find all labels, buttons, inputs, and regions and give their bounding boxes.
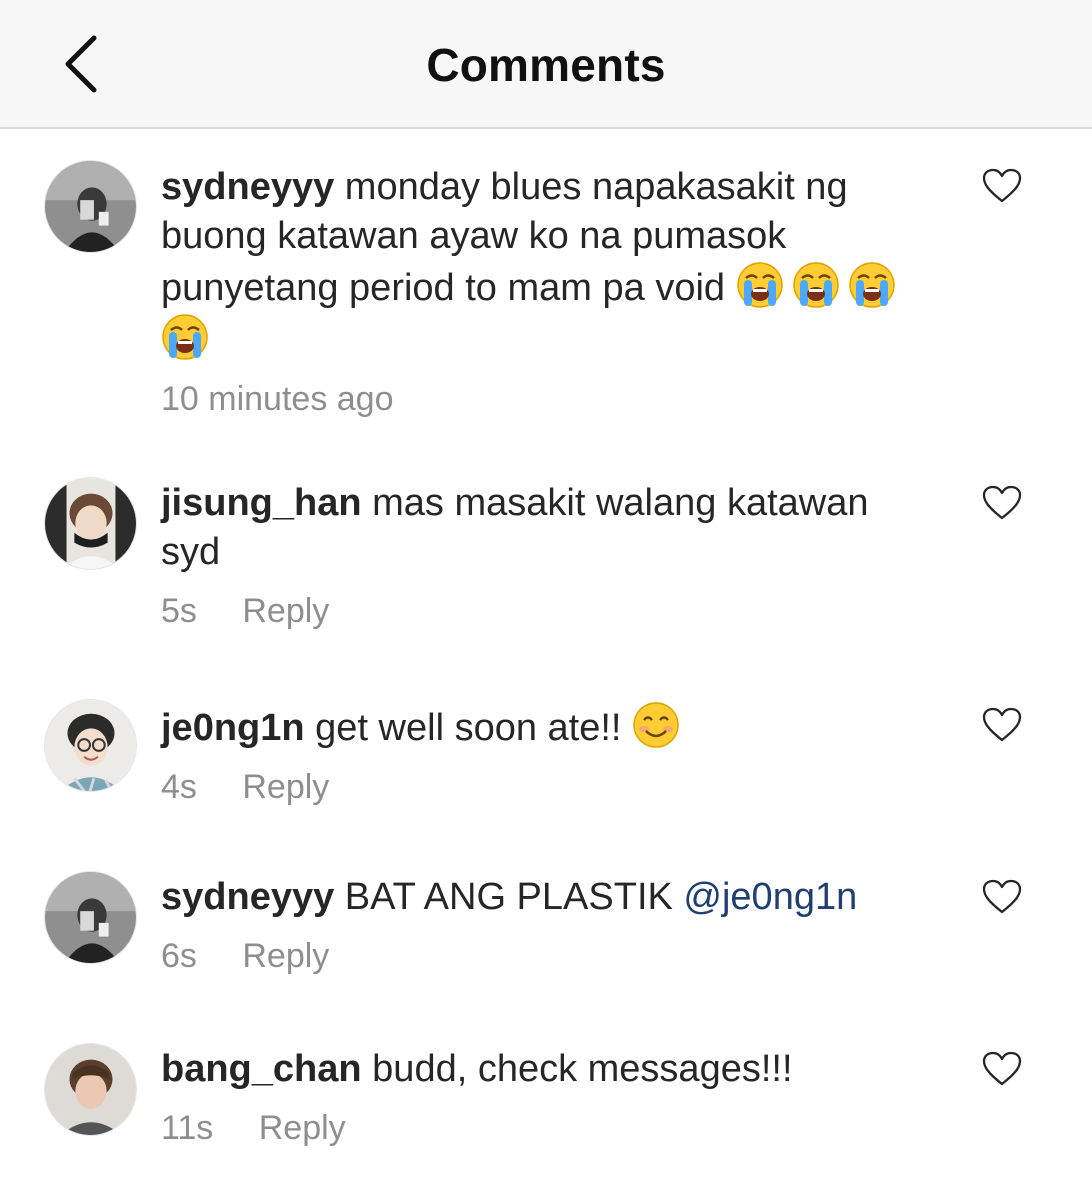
loudly-crying-face-icon <box>161 313 209 361</box>
avatar[interactable] <box>44 1043 137 1136</box>
comment-time: 11s <box>161 1109 214 1147</box>
heart-outline-icon[interactable] <box>982 707 1022 743</box>
comment-message: BAT ANG PLASTIK <box>344 876 673 918</box>
reply-button[interactable]: Reply <box>242 592 329 630</box>
reply-button[interactable]: Reply <box>259 1109 346 1147</box>
comment-meta: 11s Reply <box>161 1108 951 1148</box>
avatar[interactable] <box>44 477 137 570</box>
comment-time: 4s <box>161 768 197 806</box>
comment-text: bang_chan budd, check messages!!! <box>161 1045 951 1094</box>
comment-message: get well soon ate!! <box>315 707 622 749</box>
reply-button[interactable]: Reply <box>242 768 329 806</box>
comment-message: budd, check messages!!! <box>372 1048 793 1090</box>
comment-username[interactable]: sydneyyy <box>161 166 334 208</box>
comment-text: jisung_han mas masakit walang katawan sy… <box>161 479 936 577</box>
avatar[interactable] <box>44 160 137 253</box>
avatar[interactable] <box>44 871 137 964</box>
heart-outline-icon[interactable] <box>982 168 1022 204</box>
comment-meta: 6s Reply <box>161 936 951 976</box>
heart-outline-icon[interactable] <box>982 1051 1022 1087</box>
comment-username[interactable]: je0ng1n <box>161 707 305 749</box>
mention-link[interactable]: @je0ng1n <box>683 876 857 918</box>
comment-username[interactable]: sydneyyy <box>161 876 334 918</box>
loudly-crying-face-icon <box>736 261 784 309</box>
comment-body: sydneyyy monday blues napakasakit ng buo… <box>161 163 951 419</box>
heart-outline-icon[interactable] <box>982 879 1022 915</box>
comment-body: sydneyyy BAT ANG PLASTIK @je0ng1n 6s Rep… <box>161 873 951 976</box>
comment-meta: 4s Reply <box>161 767 951 807</box>
page-title: Comments <box>426 39 666 91</box>
comment-username[interactable]: bang_chan <box>161 1048 362 1090</box>
comment-meta: 10 minutes ago <box>161 379 951 419</box>
avatar[interactable] <box>44 699 137 792</box>
comment-text: sydneyyy monday blues napakasakit ng buo… <box>161 163 951 365</box>
comment-body: je0ng1n get well soon ate!! 4s Reply <box>161 701 951 807</box>
comment-body: jisung_han mas masakit walang katawan sy… <box>161 479 951 631</box>
reply-button[interactable]: Reply <box>242 937 329 975</box>
comment-time: 6s <box>161 937 197 975</box>
comment-text: sydneyyy BAT ANG PLASTIK @je0ng1n <box>161 873 951 922</box>
heart-outline-icon[interactable] <box>982 485 1022 521</box>
loudly-crying-face-icon <box>848 261 896 309</box>
loudly-crying-face-icon <box>792 261 840 309</box>
top-bar: Comments <box>0 0 1092 129</box>
comment-username[interactable]: jisung_han <box>161 482 362 524</box>
comment-time: 5s <box>161 592 197 630</box>
comment-body: bang_chan budd, check messages!!! 11s Re… <box>161 1045 951 1148</box>
comment-text: je0ng1n get well soon ate!! <box>161 701 951 753</box>
comment-meta: 5s Reply <box>161 591 951 631</box>
comment-time: 10 minutes ago <box>161 380 394 418</box>
smiling-face-icon <box>632 701 680 749</box>
